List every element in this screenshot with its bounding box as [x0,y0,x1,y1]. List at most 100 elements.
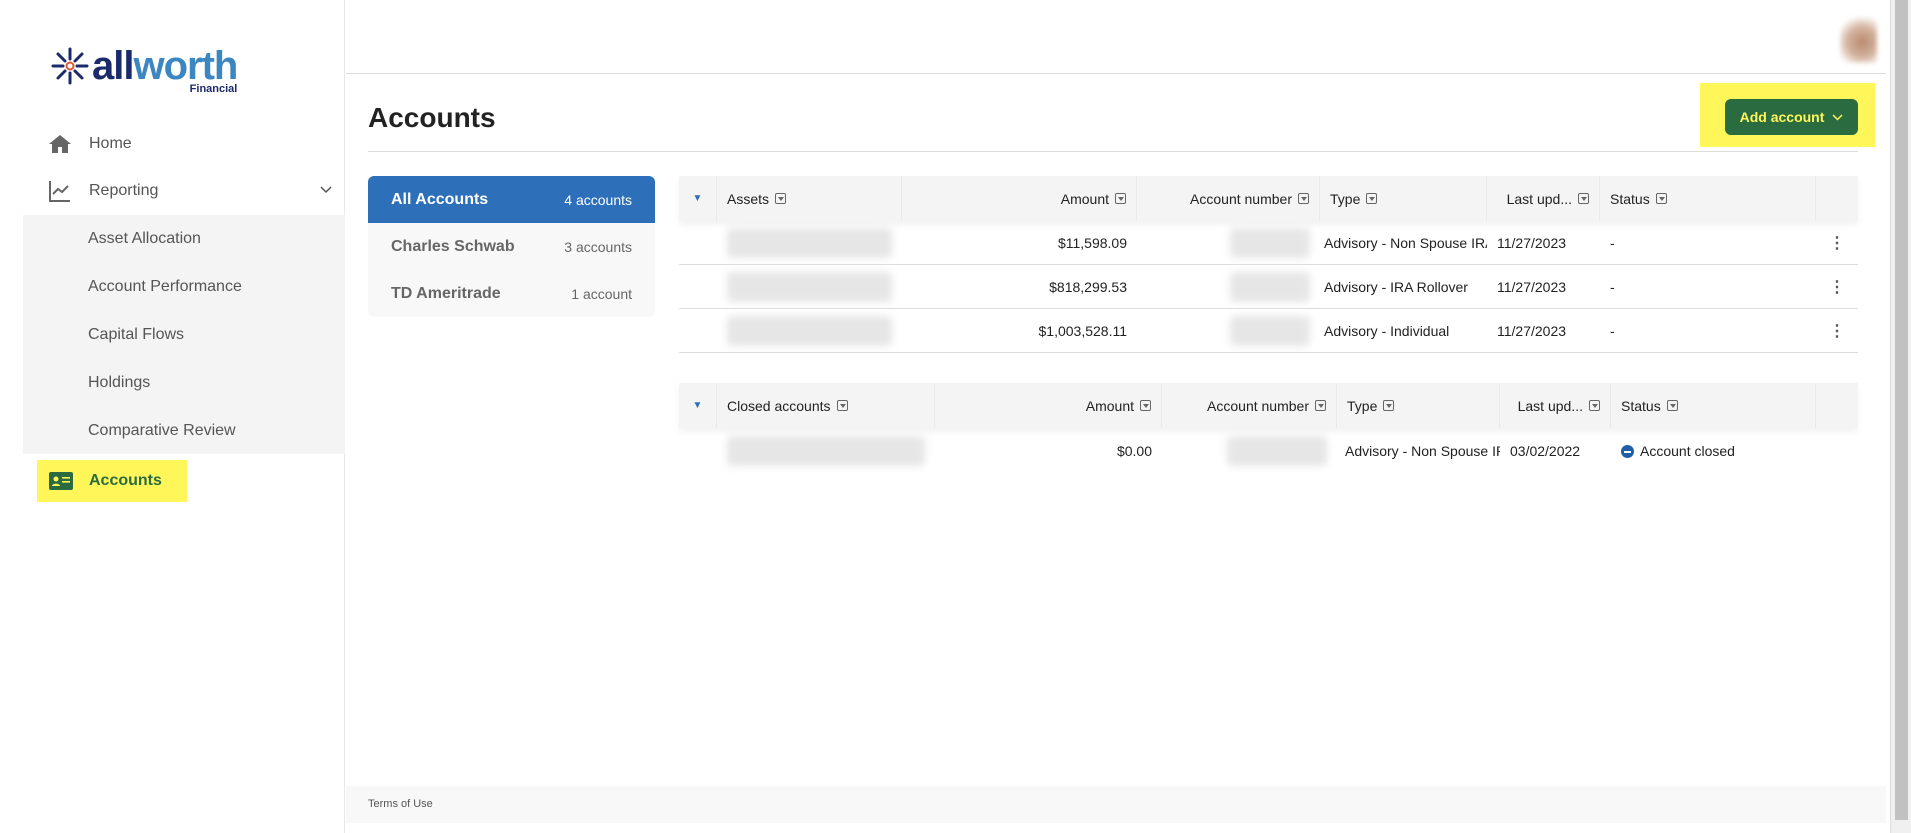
col-assets[interactable]: Assets [717,176,902,221]
col-account-number[interactable]: Account number [1137,176,1320,221]
header-label: Account number [1207,397,1309,414]
terms-of-use-link[interactable]: Terms of Use [368,798,433,810]
row-spacer [679,265,717,308]
filter-icon[interactable] [775,193,787,204]
table-header: ▼ Assets Amount Account number Type Last… [679,176,1858,221]
table-row[interactable]: $1,003,528.11 Advisory - Individual 11/2… [679,309,1858,353]
filter-icon[interactable] [1589,400,1600,411]
sidebar-item-capital-flows[interactable]: Capital Flows [23,311,345,359]
collapse-toggle[interactable]: ▼ [679,176,717,221]
id-card-icon [49,472,73,490]
date-cell: 03/02/2022 [1510,443,1581,459]
scrollbar-thumb[interactable] [1895,0,1908,820]
account-name-redacted[interactable] [717,428,935,474]
col-type[interactable]: Type [1320,176,1487,221]
header-label: Amount [1085,397,1134,414]
sidebar-item-home[interactable]: Home [0,120,345,168]
collapse-toggle[interactable]: ▼ [679,383,717,428]
row-spacer [679,221,717,264]
account-name-redacted[interactable] [717,265,902,308]
account-number-redacted [1137,265,1320,308]
brand-part1: all [92,44,134,88]
chevron-down-icon [320,186,332,194]
type-cell: Advisory - IRA Rollover [1324,278,1468,295]
header-label: Assets [727,190,770,207]
redacted-block [1230,315,1310,346]
filter-icon[interactable] [1366,193,1378,204]
filter-icon[interactable] [1655,193,1667,204]
sidebar-item-reporting[interactable]: Reporting [0,167,345,215]
institution-td-ameritrade[interactable]: TD Ameritrade 1 account [368,270,655,317]
status-cell: - [1610,234,1615,251]
sidebar-item-asset-allocation[interactable]: Asset Allocation [23,215,345,263]
account-name-redacted[interactable] [717,309,902,352]
header-spacer [1816,176,1858,221]
closed-accounts-table: ▼ Closed accounts Amount Account number … [679,383,1858,474]
top-bar [346,0,1886,74]
type-cell: Advisory - Non Spouse IRA [1345,443,1500,459]
sidebar-item-accounts[interactable]: Accounts [37,460,187,502]
col-last-updated[interactable]: Last upd... [1500,383,1611,428]
redacted-block [727,315,892,346]
col-closed-accounts[interactable]: Closed accounts [717,383,935,428]
institution-name: Charles Schwab [391,237,515,255]
header-label: Last upd... [1517,397,1583,414]
filter-icon[interactable] [1115,193,1126,204]
add-account-button[interactable]: Add account [1725,99,1858,135]
institution-all-accounts[interactable]: All Accounts 4 accounts [368,176,655,223]
header-label: Type [1330,190,1361,207]
header-label: Status [1610,190,1650,207]
sidebar-item-account-performance[interactable]: Account Performance [23,263,345,311]
row-menu-button[interactable]: ⋮ [1816,221,1858,264]
redacted-block [727,436,925,466]
table-row[interactable]: $0.00 Advisory - Non Spouse IRA 03/02/20… [679,428,1858,474]
redacted-block [1230,227,1310,258]
filter-icon[interactable] [1383,400,1395,411]
col-amount[interactable]: Amount [902,176,1137,221]
filter-icon[interactable] [1140,400,1151,411]
sidebar: allworth Financial Home Reporting Asset … [0,0,345,833]
date-cell: 11/27/2023 [1497,278,1567,295]
caret-down-icon: ▼ [692,400,703,411]
date-cell: 11/27/2023 [1497,234,1567,251]
divider [368,151,1858,152]
header-label: Account number [1190,190,1292,207]
allworth-logo[interactable]: allworth Financial [51,44,238,95]
amount-cell: $1,003,528.11 [1038,322,1128,339]
table-row[interactable]: $11,598.09 Advisory - Non Spouse IRA 11/… [679,221,1858,265]
filter-icon[interactable] [836,400,848,411]
row-menu-button[interactable]: ⋮ [1816,265,1858,308]
row-menu-button[interactable]: ⋮ [1816,309,1858,352]
account-number-redacted [1137,309,1320,352]
account-count: 4 accounts [564,191,632,208]
filter-icon[interactable] [1578,193,1589,204]
footer: Terms of Use [346,786,1886,823]
col-status[interactable]: Status [1611,383,1816,428]
col-status[interactable]: Status [1600,176,1816,221]
institution-name: TD Ameritrade [391,284,501,302]
sidebar-item-label: Home [89,135,132,152]
amount-cell: $0.00 [1116,443,1152,459]
filter-icon[interactable] [1298,193,1309,204]
sidebar-item-comparative-review[interactable]: Comparative Review [23,407,345,455]
col-account-number[interactable]: Account number [1162,383,1337,428]
reporting-submenu: Asset Allocation Account Performance Cap… [23,215,345,454]
header-label: Type [1347,397,1378,414]
table-header: ▼ Closed accounts Amount Account number … [679,383,1858,428]
table-row[interactable]: $818,299.53 Advisory - IRA Rollover 11/2… [679,265,1858,309]
amount-cell: $11,598.09 [1057,234,1127,251]
user-avatar[interactable] [1840,17,1877,63]
institution-charles-schwab[interactable]: Charles Schwab 3 accounts [368,223,655,270]
col-amount[interactable]: Amount [935,383,1162,428]
status-cell: - [1610,278,1615,295]
col-last-updated[interactable]: Last upd... [1487,176,1600,221]
type-cell: Advisory - Individual [1324,322,1450,339]
sidebar-item-label: Reporting [89,182,159,199]
status-cell: Account closed [1611,428,1816,474]
account-name-redacted[interactable] [717,221,902,264]
sidebar-item-holdings[interactable]: Holdings [23,359,345,407]
filter-icon[interactable] [1315,400,1326,411]
scrollbar[interactable] [1890,0,1911,833]
col-type[interactable]: Type [1337,383,1500,428]
filter-icon[interactable] [1666,400,1678,411]
